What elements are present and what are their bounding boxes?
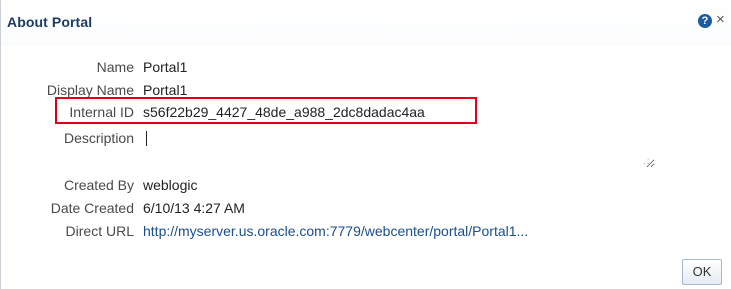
close-icon[interactable]: ×: [716, 12, 725, 28]
field-label: Created By: [63, 177, 134, 193]
text-caret: [146, 131, 147, 146]
help-icon[interactable]: ?: [698, 14, 712, 28]
field-value-link: http://myserver.us.oracle.com:7779/webce…: [143, 223, 528, 239]
field-row-display-name: Display Name Portal1: [1, 79, 731, 101]
field-row-date-created: Date Created 6/10/13 4:27 AM: [1, 197, 731, 219]
field-row-name: Name Portal1: [1, 56, 731, 78]
field-value: weblogic: [143, 177, 198, 193]
field-row-internal-id: Internal ID s56f22b29_4427_48de_a988_2dc…: [1, 101, 731, 123]
field-row-direct-url: Direct URL http://myserver.us.oracle.com…: [1, 220, 731, 242]
ok-button[interactable]: OK: [682, 259, 722, 285]
field-label: Date Created: [50, 200, 134, 216]
field-label: Description: [63, 130, 134, 146]
field-label: Internal ID: [69, 104, 134, 120]
description-field[interactable]: [143, 128, 655, 168]
field-row-created-by: Created By weblogic: [1, 174, 731, 196]
dialog-header: About Portal ? ×: [1, 0, 731, 46]
field-label: Direct URL: [65, 223, 134, 239]
field-label: Display Name: [46, 82, 134, 98]
field-value: Portal1: [143, 59, 188, 75]
direct-url-link[interactable]: http://myserver.us.oracle.com:7779/webce…: [143, 223, 528, 239]
about-portal-dialog: About Portal ? × Name Portal1 Display Na…: [0, 0, 731, 289]
field-value: Portal1: [143, 82, 188, 98]
field-label: Name: [96, 59, 134, 75]
field-value: s56f22b29_4427_48de_a988_2dc8dadac4aa: [143, 104, 425, 120]
field-value: 6/10/13 4:27 AM: [143, 200, 245, 216]
resize-grip-icon[interactable]: .:: [643, 157, 657, 167]
dialog-title: About Portal: [7, 14, 93, 30]
